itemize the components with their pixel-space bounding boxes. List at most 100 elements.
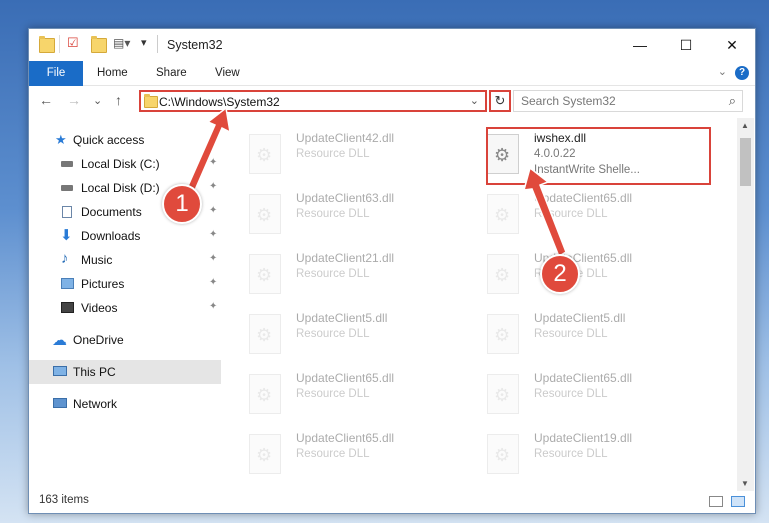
dll-file-icon <box>487 194 519 234</box>
scroll-down-icon[interactable]: ▼ <box>741 479 749 488</box>
close-button[interactable]: ✕ <box>709 29 755 61</box>
pin-icon[interactable]: ✦ <box>209 301 217 312</box>
sidebar-item-label: OneDrive <box>73 333 124 347</box>
annotation-badge-1: 1 <box>162 184 202 224</box>
dll-file-icon <box>249 434 281 474</box>
annotation-badge-2: 2 <box>540 254 580 294</box>
item-count: 163 items <box>39 494 89 506</box>
pin-icon[interactable]: ✦ <box>209 229 217 240</box>
pin-icon[interactable]: ✦ <box>209 277 217 288</box>
scrollbar-thumb[interactable] <box>740 138 751 186</box>
minimize-button[interactable]: — <box>617 29 663 61</box>
tab-share[interactable]: Share <box>144 61 199 85</box>
list-item[interactable]: UpdateClient21.dll Resource DLL <box>229 248 454 300</box>
dll-file-icon <box>249 254 281 294</box>
sidebar-item-label: Quick access <box>73 133 145 147</box>
refresh-button[interactable]: ↻ <box>489 90 511 112</box>
new-folder-icon[interactable] <box>91 36 107 53</box>
sidebar-item-label: Videos <box>81 301 118 315</box>
navigation-pane: ★ Quick access Local Disk (C:) ✦ Local D… <box>29 118 221 491</box>
sidebar-item-label: Network <box>73 397 118 411</box>
list-item[interactable]: UpdateClient19.dll Resource DLL <box>467 428 692 480</box>
file-highlight-box <box>486 127 711 185</box>
sidebar-item-pictures[interactable]: Pictures ✦ <box>29 272 221 296</box>
large-icons-view-icon[interactable] <box>731 496 745 507</box>
sidebar-item-network[interactable]: Network <box>29 392 221 416</box>
sidebar-item-downloads[interactable]: ⬇ Downloads ✦ <box>29 224 221 248</box>
title-bar: ☑ ▤▾ ▾ System32 — ☐ ✕ <box>29 29 755 61</box>
file-name: UpdateClient63.dll <box>296 191 395 205</box>
sidebar-item-label: Music <box>81 253 113 267</box>
list-item[interactable]: UpdateClient65.dll Resource DLL <box>229 368 454 420</box>
star-icon: ★ <box>55 132 67 147</box>
list-item[interactable]: UpdateClient5.dll Resource DLL <box>467 308 692 360</box>
address-dropdown-icon[interactable]: ⌄ <box>470 94 479 107</box>
tab-home[interactable]: Home <box>85 61 140 85</box>
network-icon <box>53 398 67 408</box>
pin-icon[interactable]: ✦ <box>209 205 217 216</box>
file-type: Resource DLL <box>534 388 608 400</box>
search-box[interactable]: Search System32 ⌕ <box>513 90 743 112</box>
dll-file-icon <box>487 434 519 474</box>
ribbon-collapse-icon[interactable]: ⌄ <box>718 65 727 78</box>
list-item[interactable]: UpdateClient65.dll Resource DLL <box>467 368 692 420</box>
file-name: UpdateClient19.dll <box>534 431 633 445</box>
pin-icon[interactable]: ✦ <box>209 157 217 168</box>
pin-icon[interactable]: ✦ <box>209 181 217 192</box>
sidebar-item-quick-access[interactable]: ★ Quick access <box>29 128 221 152</box>
back-button[interactable]: ← <box>39 92 53 108</box>
sidebar-item-videos[interactable]: Videos ✦ <box>29 296 221 320</box>
file-name: UpdateClient5.dll <box>296 311 388 325</box>
customize-icon[interactable]: ▤▾ <box>113 36 130 50</box>
sidebar-item-music[interactable]: ♪ Music ✦ <box>29 248 221 272</box>
file-name: UpdateClient65.dll <box>296 431 395 445</box>
divider <box>157 35 158 53</box>
sidebar-item-onedrive[interactable]: ☁ OneDrive <box>29 328 221 352</box>
dll-file-icon <box>487 374 519 414</box>
list-item[interactable]: UpdateClient65.dll Resource DLL <box>229 428 454 480</box>
list-item[interactable]: UpdateClient42.dll Resource DLL <box>229 128 454 180</box>
sidebar-item-label: Downloads <box>81 229 141 243</box>
pin-icon[interactable]: ✦ <box>209 253 217 264</box>
drive-icon <box>61 161 73 167</box>
sidebar-item-label: Documents <box>81 205 142 219</box>
maximize-button[interactable]: ☐ <box>663 29 709 61</box>
list-item[interactable]: UpdateClient63.dll Resource DLL <box>229 188 454 240</box>
vertical-scrollbar[interactable]: ▲ ▼ <box>737 118 754 491</box>
ribbon: File Home Share View ⌄ ? <box>29 61 755 113</box>
scroll-up-icon[interactable]: ▲ <box>741 121 749 130</box>
window-title: System32 <box>167 38 223 52</box>
file-name: UpdateClient21.dll <box>296 251 395 265</box>
file-type: Resource DLL <box>534 328 608 340</box>
recent-locations-button[interactable]: ⌄ <box>93 94 102 107</box>
folder-icon <box>39 36 55 53</box>
explorer-window: ☑ ▤▾ ▾ System32 — ☐ ✕ File Home Share Vi… <box>28 28 756 514</box>
list-item[interactable]: UpdateClient65.dll Resource DLL <box>467 188 692 240</box>
help-icon[interactable]: ? <box>735 66 749 80</box>
picture-icon <box>61 278 74 289</box>
dll-file-icon <box>487 314 519 354</box>
sidebar-item-local-disk-c[interactable]: Local Disk (C:) ✦ <box>29 152 221 176</box>
sidebar-item-label: Local Disk (D:) <box>81 181 160 195</box>
sidebar-item-this-pc[interactable]: This PC <box>29 360 221 384</box>
file-name: UpdateClient65.dll <box>534 191 633 205</box>
address-path: C:\Windows\System32 <box>159 95 280 109</box>
forward-button[interactable]: → <box>67 92 81 108</box>
file-type: Resource DLL <box>296 268 370 280</box>
dll-file-icon <box>249 374 281 414</box>
computer-icon <box>53 366 67 376</box>
address-bar[interactable]: C:\Windows\System32 ⌄ <box>139 90 487 112</box>
dll-file-icon <box>487 254 519 294</box>
folder-icon <box>144 94 158 108</box>
up-button[interactable]: ↑ <box>115 92 122 108</box>
details-view-icon[interactable] <box>709 496 723 507</box>
file-type: Resource DLL <box>296 388 370 400</box>
list-item[interactable]: UpdateClient5.dll Resource DLL <box>229 308 454 360</box>
sidebar-item-label: Pictures <box>81 277 125 291</box>
quick-access-dropdown-icon[interactable]: ▾ <box>141 36 147 49</box>
search-icon: ⌕ <box>728 93 736 108</box>
properties-icon[interactable]: ☑ <box>67 35 79 51</box>
download-icon: ⬇ <box>60 227 73 244</box>
file-name: UpdateClient5.dll <box>534 311 626 325</box>
tab-view[interactable]: View <box>203 61 252 85</box>
